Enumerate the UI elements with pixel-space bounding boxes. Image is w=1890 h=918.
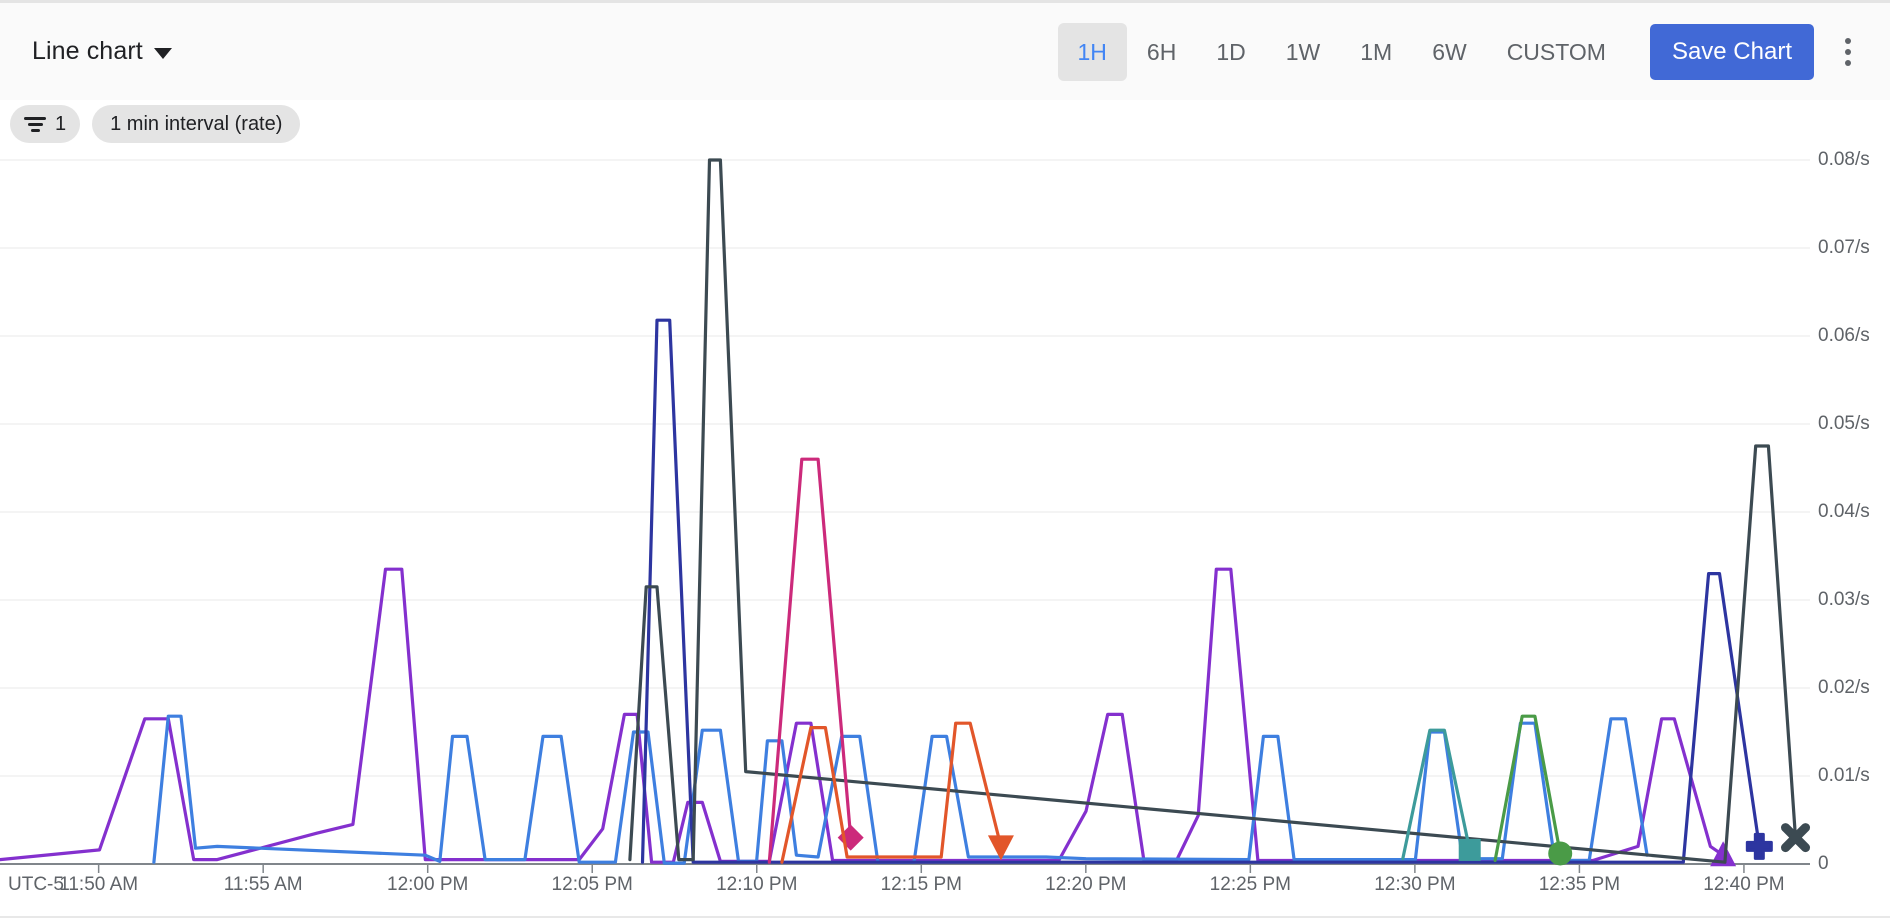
chart-plot-area[interactable]: 0.08/s 0.07/s 0.06/s 0.05/s 0.04/s 0.03/s 0.02… [0,148,1890,918]
x-axis-tick-label: 11:50 AM [59,874,138,896]
series-line [154,716,1647,863]
timezone-label: UTC-5 [8,874,64,896]
y-axis-tick-label: 0.05/s [1818,413,1870,435]
y-axis-tick-label: 0.02/s [1818,677,1870,699]
x-axis-tick-label: 12:20 PM [1045,874,1126,896]
y-axis-tick-label: 0 [1818,853,1829,875]
y-axis-tick-label: 0.01/s [1818,765,1870,787]
chart-series-series-magenta[interactable] [769,459,863,862]
chart-toolbar: Line chart 1H6H1D1W1M6WCUSTOM Save Chart [0,0,1890,100]
chart-series-series-blue[interactable] [154,716,1647,863]
series-endpoint-marker-circle[interactable] [1548,841,1572,865]
interval-chip-label: 1 min interval (rate) [110,113,282,136]
filter-icon [24,117,46,132]
chart-type-dropdown[interactable]: Line chart [28,29,176,75]
x-axis-tick-label: 12:10 PM [716,874,797,896]
chart-type-label: Line chart [32,37,143,66]
x-axis-tick-label: 12:05 PM [552,874,633,896]
y-axis-tick-label: 0.04/s [1818,501,1870,523]
series-endpoint-marker-plus[interactable] [1747,834,1771,858]
x-axis-tick-label: 11:55 AM [224,874,303,896]
interval-chip[interactable]: 1 min interval (rate) [92,105,300,143]
chart-page: Line chart 1H6H1D1W1M6WCUSTOM Save Chart… [0,0,1890,918]
chart-series-series-purple[interactable] [0,569,1736,866]
series-endpoint-marker-square[interactable] [1459,839,1481,861]
toolbar-right-group: 1H6H1D1W1M6WCUSTOM Save Chart [1058,23,1868,81]
kebab-menu-icon[interactable] [1828,24,1868,80]
y-axis-tick-label: 0.08/s [1818,149,1870,171]
range-button-1d[interactable]: 1D [1196,23,1265,81]
chip-row: 1 1 min interval (rate) [0,100,1890,148]
range-button-6w[interactable]: 6W [1412,23,1487,81]
x-axis-tick-labels: UTC-511:50 AM 11:55 AM 12:00 PM 12:05 PM 12:… [0,874,1890,914]
line-chart-svg[interactable] [0,148,1890,918]
filter-chip-label: 1 [55,113,66,136]
range-button-6h[interactable]: 6H [1127,23,1196,81]
range-button-1m[interactable]: 1M [1340,23,1412,81]
y-axis-tick-label: 0.03/s [1818,589,1870,611]
x-axis-tick-label: 12:00 PM [387,874,468,896]
x-axis-tick-label: 12:35 PM [1539,874,1620,896]
range-button-1h[interactable]: 1H [1058,23,1127,81]
range-button-1w[interactable]: 1W [1266,23,1341,81]
y-axis-tick-label: 0.07/s [1818,237,1870,259]
chart-series-series-slate[interactable] [630,160,1806,862]
y-axis-tick-labels: 0.08/s 0.07/s 0.06/s 0.05/s 0.04/s 0.03/s 0.02… [1818,148,1890,868]
time-range-selector: 1H6H1D1W1M6WCUSTOM [1058,23,1626,81]
y-axis-tick-label: 0.06/s [1818,325,1870,347]
range-button-custom[interactable]: CUSTOM [1487,23,1626,81]
filter-chip[interactable]: 1 [10,105,80,143]
chevron-down-icon [154,48,172,59]
x-axis-tick-label: 12:15 PM [881,874,962,896]
x-axis-tick-label: 12:25 PM [1210,874,1291,896]
x-axis-tick-label: 12:40 PM [1703,874,1784,896]
x-axis-tick-label: 12:30 PM [1374,874,1455,896]
save-chart-button[interactable]: Save Chart [1650,24,1814,80]
chart-series-series-teal[interactable] [1403,730,1481,861]
